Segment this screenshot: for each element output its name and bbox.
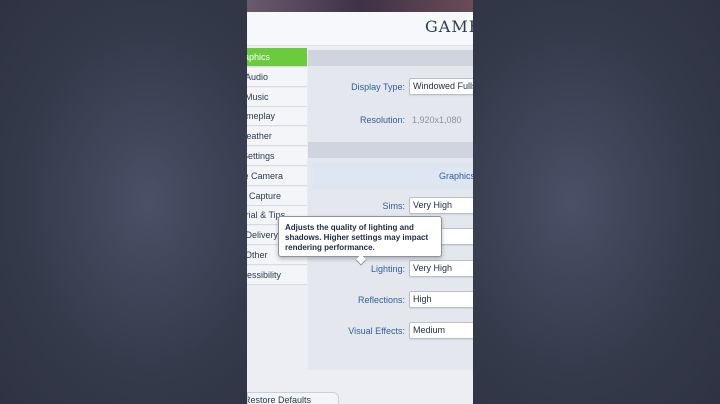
lighting-label: Lighting:	[370, 264, 405, 274]
display-section-header	[308, 50, 473, 66]
nav-item-weather[interactable]: Weather	[247, 127, 307, 147]
lighting-dropdown[interactable]: Very High	[409, 260, 473, 277]
nav-item-accessibility[interactable]: Accessibility	[247, 265, 307, 285]
nav-item-free-camera[interactable]: Free Camera	[247, 166, 307, 186]
nav-item-gameplay[interactable]: Gameplay	[247, 107, 307, 127]
lighting-tooltip: Adjusts the quality of lighting and shad…	[278, 216, 442, 257]
nav-item-audio[interactable]: Audio	[247, 67, 307, 87]
game-options-panel: GAME OPTIONS Graphics Audio Music Gamepl…	[247, 0, 473, 404]
visual-effects-dropdown[interactable]: Medium	[409, 322, 473, 339]
sims-dropdown[interactable]: Very High	[409, 197, 473, 214]
sims-label: Sims:	[382, 201, 406, 211]
background-right	[473, 0, 720, 404]
resolution-value: 1,920x1,080	[412, 115, 462, 125]
visual-effects-label: Visual Effects:	[348, 326, 405, 336]
nav-item-graphics[interactable]: Graphics	[247, 48, 307, 67]
restore-defaults-button[interactable]: Restore Defaults	[247, 392, 339, 404]
graphics-section-header	[308, 142, 473, 158]
nav-item-other-settings[interactable]: Other Settings	[247, 146, 307, 166]
resolution-label: Resolution:	[359, 115, 405, 125]
reflections-dropdown[interactable]: High	[409, 291, 473, 308]
nav-item-music[interactable]: Music	[247, 87, 307, 107]
graphics-subheader: Graphics	[313, 162, 473, 190]
display-type-label: Display Type:	[351, 82, 405, 92]
page-title: GAME OPTIONS	[425, 17, 473, 36]
background-left	[0, 0, 247, 404]
display-type-dropdown[interactable]: Windowed Fullscreen	[409, 78, 473, 95]
reflections-label: Reflections:	[357, 295, 405, 305]
nav-item-screen-capture[interactable]: Screen Capture	[247, 186, 307, 206]
top-strip	[247, 0, 473, 12]
